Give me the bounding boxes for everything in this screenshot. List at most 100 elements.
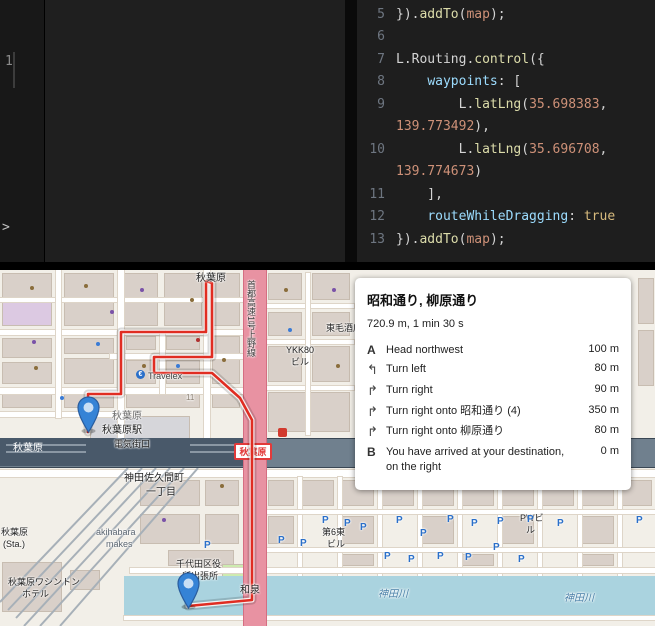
- map-label: (Sta.): [3, 539, 26, 549]
- parking-icon: P: [636, 515, 643, 526]
- code-text: L.latLng(35.698383,: [396, 96, 608, 112]
- turn-icon: ↱: [367, 403, 378, 419]
- turn-icon: ↱: [367, 382, 378, 398]
- route-instruction-row[interactable]: A Head northwest 100 m: [367, 340, 619, 360]
- editor-group-border: [345, 0, 357, 262]
- code-text: }).addTo(map);: [396, 6, 506, 22]
- code-line: 11 ],: [357, 183, 655, 206]
- instruction-text: Turn right: [386, 383, 433, 396]
- end-marker[interactable]: [176, 572, 201, 610]
- fire-station-icon: [278, 428, 287, 437]
- instruction-distance: 90 m: [594, 382, 619, 395]
- code-text: 139.773492),: [396, 119, 490, 135]
- code-line: 13 }).addTo(map);: [357, 228, 655, 251]
- map-label: YKK80: [286, 345, 315, 355]
- map-label: akihabara: [96, 527, 136, 537]
- parking-icon: P: [278, 535, 285, 546]
- line-number: 8: [377, 74, 385, 90]
- routing-panel: 昭和通り, 柳原通り 720.9 m, 1 min 30 s A Head nor…: [355, 278, 631, 490]
- code-text: L.Routing.control({: [396, 51, 545, 67]
- parking-icon: P: [437, 551, 444, 562]
- poi-icon: [196, 338, 200, 342]
- map-label: 秋葉原: [196, 273, 226, 284]
- poi-icon: [34, 366, 38, 370]
- app-window: 1 > 5 }).addTo(map); 6 7 L.Routing.control({…: [0, 0, 655, 626]
- instruction-text: You have arrived at your destination, on…: [386, 445, 565, 473]
- poi-icon: [336, 364, 340, 368]
- map-label: 秋葉原: [112, 411, 142, 422]
- poi-icon: [84, 284, 88, 288]
- currency-exchange-icon: €: [136, 370, 145, 379]
- map-label: 秋葉原駅: [102, 425, 142, 436]
- map-label: Travelex: [148, 371, 183, 381]
- route-instruction-row[interactable]: ↰ Turn left 80 m: [367, 360, 619, 381]
- line-number: 13: [369, 231, 385, 247]
- parking-icon: P: [465, 552, 472, 563]
- map-label: ビル: [291, 357, 310, 367]
- poi-icon: [110, 310, 114, 314]
- parking-icon: P: [518, 554, 525, 565]
- parking-icon: P: [322, 515, 329, 526]
- editor-pane-left[interactable]: 1 >: [0, 0, 45, 262]
- code-text: }).addTo(map);: [396, 231, 506, 247]
- route-instruction-row[interactable]: ↱ Turn right onto 柳原通り 80 m: [367, 422, 619, 443]
- parking-icon: P: [204, 540, 211, 551]
- parking-icon: P: [471, 518, 478, 529]
- instruction-text: Head northwest: [386, 343, 464, 356]
- waypoint-letter-icon: A: [367, 342, 376, 357]
- map-label: 第6東: [322, 527, 346, 537]
- route-instruction-row[interactable]: B You have arrived at your destination, o…: [367, 442, 619, 477]
- instruction-distance: 100 m: [588, 342, 619, 355]
- map[interactable]: 秋葉原 秋葉原 秋葉原 東毛酒店 YKK80 ビル Travelex 11 秋葉原 秋葉原駅電…: [0, 270, 655, 626]
- line-number: 7: [377, 51, 385, 67]
- poi-icon: [96, 342, 100, 346]
- parking-icon: P: [420, 528, 427, 539]
- line-number: 5: [377, 6, 385, 22]
- parking-icon: P: [447, 514, 454, 525]
- map-label: ビル: [327, 539, 346, 549]
- map-label: 和泉: [240, 585, 260, 596]
- editor-pane-middle[interactable]: [45, 0, 345, 262]
- map-label: 秋葉原ワシントン: [8, 577, 81, 587]
- instruction-text: Turn left: [386, 363, 426, 376]
- poi-icon: [288, 328, 292, 332]
- map-label: makes: [106, 539, 133, 549]
- parking-icon: P: [493, 542, 500, 553]
- code-line: 139.773492),: [357, 116, 655, 139]
- poi-icon: [284, 288, 288, 292]
- map-label: 神田川: [564, 593, 594, 604]
- code-line: 6: [357, 26, 655, 49]
- parking-icon: P: [408, 554, 415, 565]
- instruction-text: Turn right onto 昭和通り (4): [386, 404, 521, 417]
- line-number: 10: [369, 141, 385, 157]
- poi-icon: [162, 518, 166, 522]
- line-number: 6: [377, 29, 385, 45]
- route-instruction-row[interactable]: ↱ Turn right 90 m: [367, 380, 619, 401]
- parking-icon: P: [527, 514, 534, 525]
- instruction-text: Turn right onto 柳原通り: [386, 425, 505, 438]
- code-line: 10 L.latLng(35.696708,: [357, 138, 655, 161]
- code-text: waypoints: [: [427, 74, 522, 90]
- poi-icon: [190, 298, 194, 302]
- poi-icon: [30, 286, 34, 290]
- code-text: ],: [396, 186, 443, 202]
- poi-icon: [220, 484, 224, 488]
- instruction-distance: 350 m: [588, 403, 619, 416]
- scrollbar-thumb[interactable]: [13, 52, 15, 88]
- instruction-distance: 0 m: [600, 444, 619, 457]
- parking-icon: P: [344, 518, 351, 529]
- code-editor[interactable]: 5 }).addTo(map); 6 7 L.Routing.control({ 8 wa…: [357, 0, 655, 262]
- code-text: routeWhileDragging: true: [427, 209, 616, 225]
- map-label: 一丁目: [146, 487, 176, 498]
- map-label: 神田佐久間町: [124, 473, 184, 484]
- map-label: ル: [526, 525, 536, 535]
- poi-icon: [60, 396, 64, 400]
- code-character: >: [2, 220, 10, 235]
- map-label: 千代田区役: [176, 559, 222, 569]
- parking-icon: P: [396, 515, 403, 526]
- poi-icon: [332, 288, 336, 292]
- start-marker[interactable]: [76, 396, 101, 434]
- line-number: 1: [5, 54, 13, 69]
- code-line: 5 }).addTo(map);: [357, 3, 655, 26]
- route-instruction-row[interactable]: ↱ Turn right onto 昭和通り (4) 350 m: [367, 401, 619, 422]
